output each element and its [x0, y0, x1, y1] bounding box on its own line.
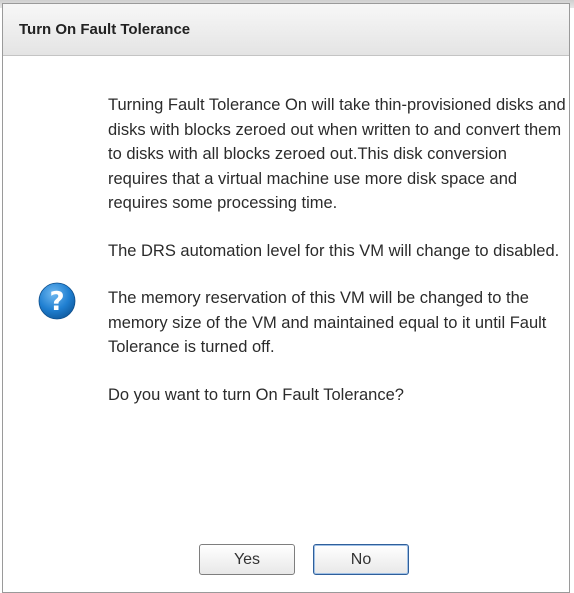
message-disk-conversion: Turning Fault Tolerance On will take thi… [108, 96, 566, 212]
dialog-title-bar[interactable]: Turn On Fault Tolerance [3, 4, 569, 56]
dialog-title: Turn On Fault Tolerance [19, 21, 191, 38]
message-memory-reservation: The memory reservation of this VM will b… [108, 289, 547, 356]
dialog-buttons: Yes No [199, 544, 439, 576]
svg-text:?: ? [49, 287, 64, 317]
fault-tolerance-dialog: Turn On Fault Tolerance ? Turning Fault … [2, 3, 570, 593]
message-drs-automation: The DRS automation level for this VM wil… [108, 241, 560, 260]
dialog-message: Turning Fault Tolerance On will take thi… [108, 93, 568, 430]
question-icon: ? [38, 282, 76, 320]
confirmation-question: Do you want to turn On Fault Tolerance? [108, 385, 404, 404]
yes-button[interactable]: Yes [199, 544, 295, 575]
no-button[interactable]: No [313, 544, 409, 575]
